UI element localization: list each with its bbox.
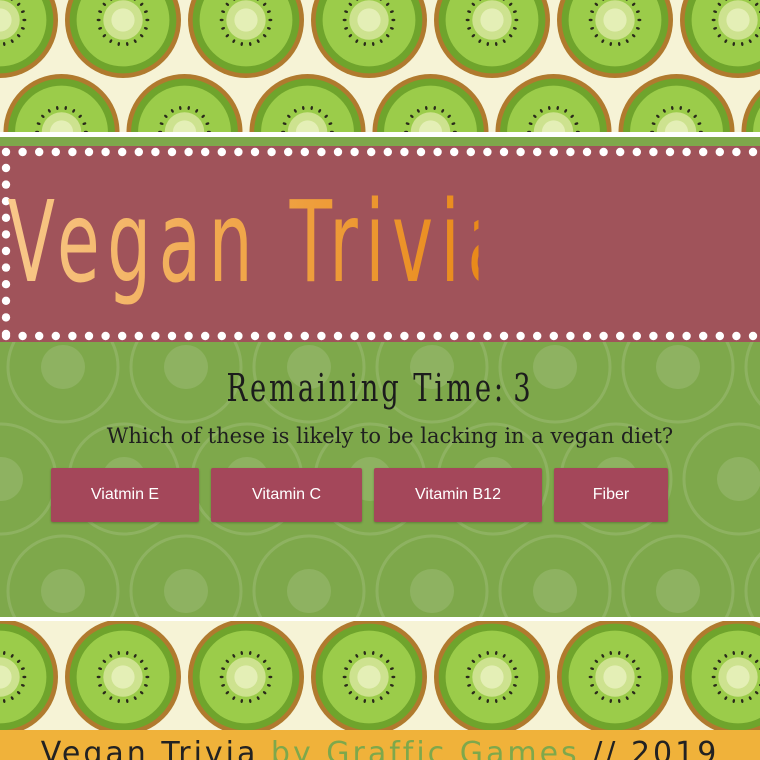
kiwi-slice-icon: [557, 621, 673, 730]
game-title: Vegan Trivia: [0, 168, 509, 318]
answer-button-3[interactable]: Vitamin B12: [374, 468, 542, 522]
kiwi-slice-icon: [434, 621, 550, 730]
kiwi-slice-icon: [249, 74, 366, 134]
footer-credit-link[interactable]: by Graffic Games: [271, 736, 580, 760]
banner-dots-bottom: [1, 331, 758, 341]
kiwi-slices-image: [0, 0, 760, 134]
kiwi-slice-icon: [434, 0, 550, 78]
footer: Vegan Trivia by Graffic Games // 2019: [0, 730, 760, 760]
answer-options: Viatmin E Vitamin C Vitamin B12 Fiber: [0, 468, 760, 522]
banner-dots-top: [1, 147, 758, 157]
kiwi-slice-icon: [680, 621, 760, 730]
answer-button-1[interactable]: Viatmin E: [51, 468, 199, 522]
footer-text: Vegan Trivia by Graffic Games // 2019: [0, 732, 760, 760]
kiwi-slices-image: [0, 621, 760, 730]
kiwi-slice-icon: [3, 74, 120, 134]
timer-label: Remaining Time:: [226, 366, 507, 410]
kiwi-slice-icon: [495, 74, 612, 134]
kiwi-pattern-bottom: [0, 621, 760, 730]
footer-app-name: Vegan Trivia: [40, 736, 259, 760]
kiwi-slice-icon: [0, 0, 58, 78]
kiwi-slice-icon: [65, 621, 181, 730]
kiwi-slice-icon: [188, 0, 304, 78]
kiwi-slice-icon: [741, 89, 760, 134]
answer-button-2[interactable]: Vitamin C: [211, 468, 362, 522]
kiwi-slice-icon: [680, 0, 760, 78]
kiwi-slice-icon: [372, 74, 489, 134]
kiwi-pattern-top: [0, 0, 760, 134]
kiwi-slice-icon: [126, 74, 243, 134]
kiwi-slice-icon: [311, 621, 427, 730]
kiwi-slice-icon: [618, 74, 735, 134]
timer-value: 3: [513, 366, 534, 410]
question-text: Which of these is likely to be lacking i…: [106, 424, 674, 448]
kiwi-slice-icon: [557, 0, 673, 78]
kiwi-slice-icon: [0, 621, 58, 730]
footer-year: // 2019: [592, 736, 720, 760]
kiwi-slice-icon: [311, 0, 427, 78]
kiwi-slice-icon: [188, 621, 304, 730]
answer-button-4[interactable]: Fiber: [554, 468, 668, 522]
kiwi-slice-icon: [65, 0, 181, 78]
timer-display: Remaining Time: 3: [106, 366, 653, 410]
